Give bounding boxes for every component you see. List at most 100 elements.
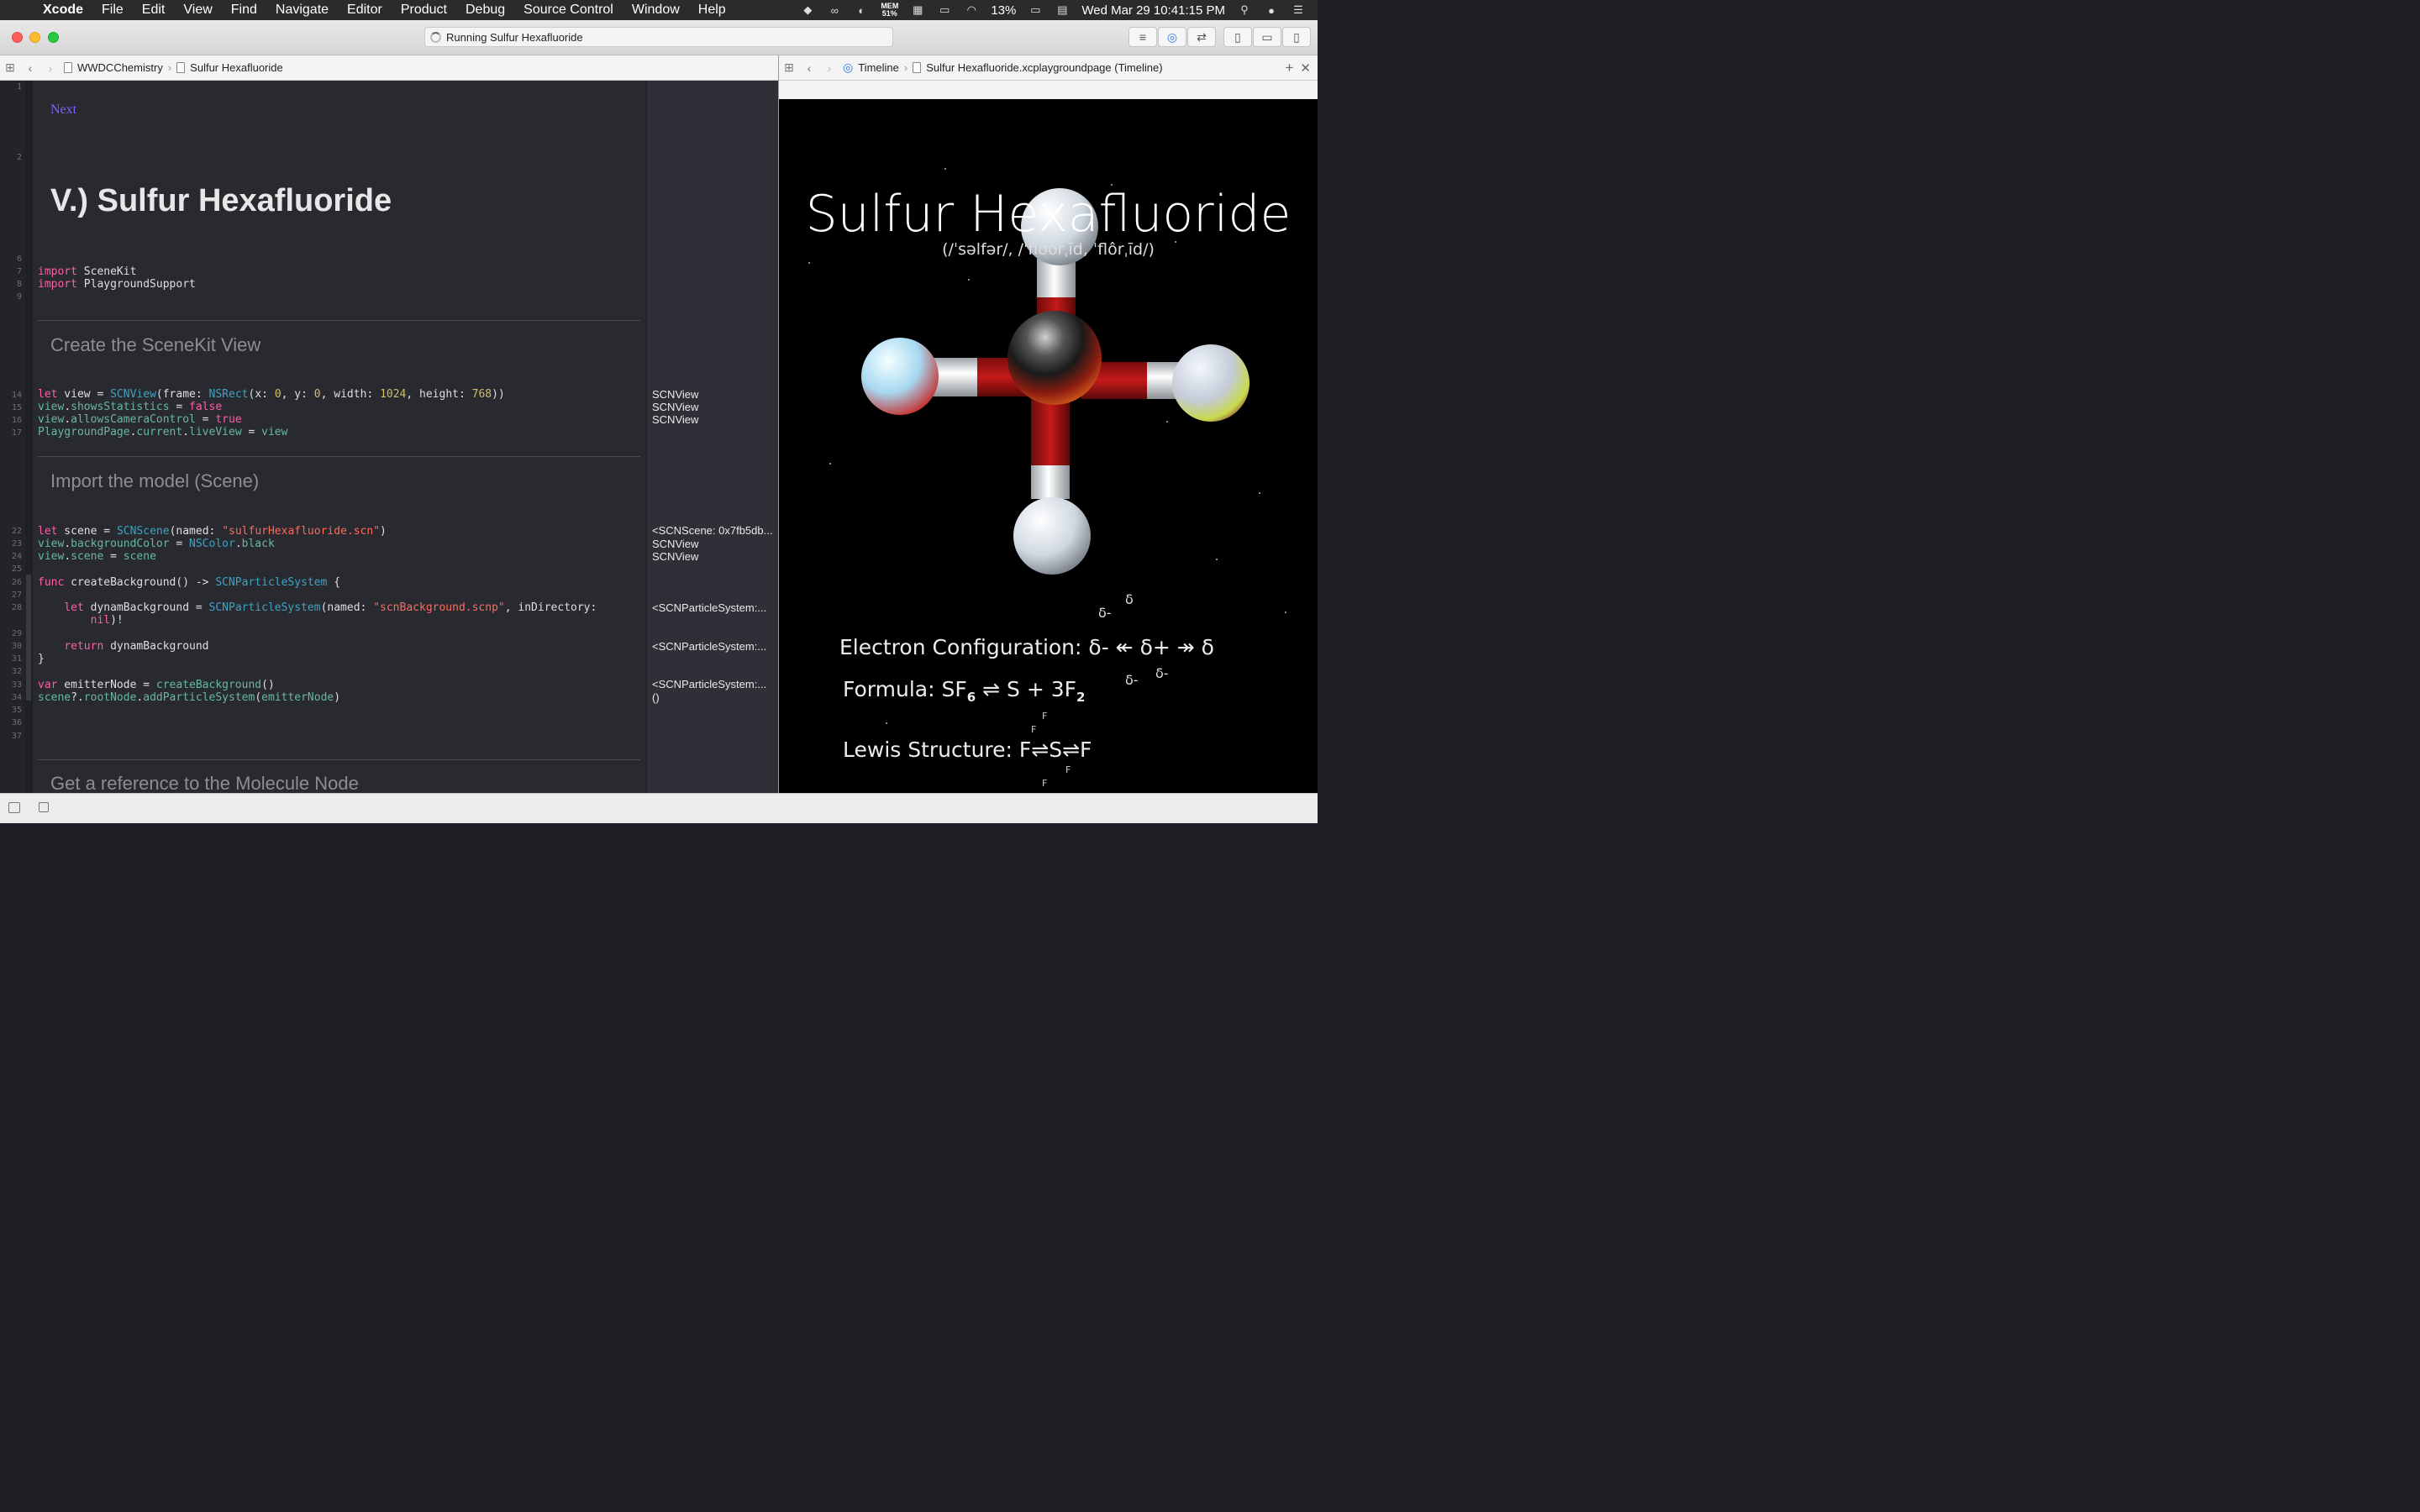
breadcrumb-timeline[interactable]: ◎ Timeline bbox=[839, 60, 902, 75]
menu-editor[interactable]: Editor bbox=[338, 3, 392, 18]
add-editor-icon[interactable]: + bbox=[1285, 60, 1300, 76]
run-playground-icon[interactable] bbox=[39, 802, 49, 812]
menu-file[interactable]: File bbox=[92, 3, 133, 18]
playground-live-view[interactable]: Sulfur Hexafluoride (/ˈsəlfər/, /ˈflo͝or… bbox=[779, 81, 1318, 793]
creative-cloud-icon[interactable]: ∞ bbox=[827, 4, 842, 17]
version-editor-button[interactable]: ⇄ bbox=[1187, 27, 1216, 47]
airplay-icon[interactable]: ▭ bbox=[937, 3, 952, 16]
notification-center-icon[interactable]: ☰ bbox=[1291, 3, 1306, 16]
assistant-editor-button[interactable]: ◎ bbox=[1158, 27, 1186, 47]
code-line-34[interactable]: scene?.rootNode.addParticleSystem(emitte… bbox=[38, 691, 340, 704]
code-line-24[interactable]: view.scene = scene bbox=[38, 550, 156, 563]
code-line-28[interactable]: let dynamBackground = SCNParticleSystem(… bbox=[38, 601, 597, 614]
code-line-30[interactable]: return dynamBackground bbox=[38, 640, 208, 653]
fullscreen-window-button[interactable] bbox=[48, 32, 59, 43]
breadcrumb-timeline-page-label: Sulfur Hexafluoride.xcplaygroundpage (Ti… bbox=[926, 61, 1163, 74]
code-line-17[interactable]: PlaygroundPage.current.liveView = view bbox=[38, 426, 287, 438]
code-line-16[interactable]: view.allowsCameraControl = true bbox=[38, 413, 242, 426]
menu-source-control[interactable]: Source Control bbox=[514, 3, 623, 18]
related-items-icon[interactable]: ⊞ bbox=[0, 60, 20, 75]
standard-editor-button[interactable]: ≡ bbox=[1128, 27, 1157, 47]
result-value[interactable]: SCNView bbox=[652, 538, 775, 550]
code-line-15[interactable]: view.showsStatistics = false bbox=[38, 401, 222, 413]
activity-status: Running Sulfur Hexafluoride bbox=[446, 30, 583, 44]
back-arrow-icon[interactable]: ‹ bbox=[799, 61, 819, 75]
mem-value: 51% bbox=[881, 9, 897, 18]
page-file-icon bbox=[176, 62, 186, 73]
code-line-33[interactable]: var emitterNode = createBackground() bbox=[38, 679, 275, 691]
toggle-navigator-button[interactable]: ▯ bbox=[1223, 27, 1252, 47]
breadcrumb-page[interactable]: Sulfur Hexafluoride bbox=[173, 61, 287, 74]
menu-app-name[interactable]: Xcode bbox=[34, 3, 92, 18]
menu-edit[interactable]: Edit bbox=[133, 3, 175, 18]
menu-debug[interactable]: Debug bbox=[456, 3, 514, 18]
back-arrow-icon[interactable]: ‹ bbox=[20, 61, 40, 75]
fluorine-atom-bottom[interactable] bbox=[1013, 497, 1091, 575]
delta-charge-bottom: δ- bbox=[1125, 672, 1139, 688]
right-jump-bar: ⊞ ‹ › ◎ Timeline › Sulfur Hexafluoride.x… bbox=[779, 55, 1318, 81]
breadcrumb-project[interactable]: WWDCChemistry bbox=[60, 61, 166, 74]
fold-marker[interactable] bbox=[26, 575, 31, 701]
result-value[interactable]: <SCNParticleSystem:... bbox=[652, 640, 775, 653]
menu-product[interactable]: Product bbox=[392, 3, 456, 18]
code-line-8[interactable]: import PlaygroundSupport bbox=[38, 278, 196, 291]
menu-window[interactable]: Window bbox=[623, 3, 689, 18]
toggle-debug-area-button[interactable]: ▭ bbox=[1253, 27, 1281, 47]
menu-view[interactable]: View bbox=[174, 3, 221, 18]
result-value[interactable]: () bbox=[652, 691, 775, 704]
lewis-structure-label: Lewis Structure: F bbox=[843, 738, 1032, 762]
battery-percent[interactable]: 13% bbox=[991, 3, 1016, 18]
toggle-inspector-button[interactable]: ▯ bbox=[1282, 27, 1311, 47]
code-line-7[interactable]: import SceneKit bbox=[38, 265, 136, 278]
fluorine-atom-right[interactable] bbox=[1172, 344, 1249, 422]
code-line-28-cont[interactable]: nil)! bbox=[38, 614, 124, 627]
electron-configuration-value: δ- ↞ δ+ ↠ δ bbox=[1088, 635, 1214, 659]
formula-label: Formula: SF bbox=[843, 677, 967, 701]
siri-icon[interactable]: ● bbox=[1264, 4, 1279, 17]
spotlight-icon[interactable]: ⚲ bbox=[1237, 3, 1252, 16]
battery-icon[interactable]: ▭ bbox=[1028, 3, 1043, 16]
result-value[interactable]: <SCNScene: 0x7fb5db... bbox=[652, 524, 775, 537]
result-value[interactable]: SCNView bbox=[652, 401, 775, 413]
breadcrumb-timeline-page[interactable]: Sulfur Hexafluoride.xcplaygroundpage (Ti… bbox=[909, 61, 1165, 74]
line-number: 14 bbox=[11, 391, 22, 400]
memory-icon[interactable]: MEM 51% bbox=[881, 3, 898, 18]
sulfur-atom[interactable] bbox=[1007, 311, 1102, 405]
code-line-22[interactable]: let scene = SCNScene(named: "sulfurHexaf… bbox=[38, 525, 387, 538]
line-number: 35 bbox=[11, 706, 22, 715]
clock[interactable]: Wed Mar 29 10:41:15 PM bbox=[1081, 3, 1225, 18]
result-value[interactable]: SCNView bbox=[652, 388, 775, 401]
result-value[interactable]: <SCNParticleSystem:... bbox=[652, 601, 775, 614]
debug-panel-icon: ▭ bbox=[1261, 29, 1273, 44]
sync-icon[interactable]: ◐ bbox=[854, 4, 869, 17]
menu-find[interactable]: Find bbox=[222, 3, 266, 18]
hide-debug-area-icon[interactable] bbox=[8, 802, 20, 813]
line-number: 6 bbox=[16, 255, 22, 264]
lewis-structure: Lewis Structure: F⇌S⇌F bbox=[843, 738, 1092, 762]
menu-help[interactable]: Help bbox=[689, 3, 735, 18]
forward-arrow-icon[interactable]: › bbox=[40, 61, 60, 75]
calendar-icon[interactable]: ▤ bbox=[1055, 3, 1070, 16]
line-number: 32 bbox=[11, 667, 22, 676]
timeline-icon: ◎ bbox=[843, 60, 854, 74]
keyboard-icon[interactable]: ▦ bbox=[910, 3, 925, 16]
menu-navigate[interactable]: Navigate bbox=[266, 3, 338, 18]
result-value[interactable]: SCNView bbox=[652, 413, 775, 426]
forward-arrow-icon[interactable]: › bbox=[819, 61, 839, 75]
related-items-icon[interactable]: ⊞ bbox=[779, 60, 799, 75]
code-line-14[interactable]: let view = SCNView(frame: NSRect(x: 0, y… bbox=[38, 388, 505, 401]
code-line-26[interactable]: func createBackground() -> SCNParticleSy… bbox=[38, 576, 340, 589]
code-line-31[interactable]: } bbox=[38, 653, 45, 665]
fluorine-atom-left[interactable] bbox=[861, 338, 939, 415]
minimize-window-button[interactable] bbox=[29, 32, 40, 43]
line-number: 31 bbox=[11, 654, 22, 664]
wifi-icon[interactable]: ◠ bbox=[964, 3, 979, 16]
close-window-button[interactable] bbox=[12, 32, 23, 43]
close-editor-icon[interactable]: ✕ bbox=[1300, 60, 1318, 76]
code-line-23[interactable]: view.backgroundColor = NSColor.black bbox=[38, 538, 275, 550]
next-page-link[interactable]: Next bbox=[50, 102, 76, 118]
dropbox-icon[interactable]: ◆ bbox=[800, 3, 815, 16]
result-value[interactable]: <SCNParticleSystem:... bbox=[652, 678, 775, 690]
source-editor[interactable]: 1 2 6 7 8 9 14 15 16 17 22 23 24 25 26 2… bbox=[0, 81, 778, 793]
result-value[interactable]: SCNView bbox=[652, 550, 775, 563]
